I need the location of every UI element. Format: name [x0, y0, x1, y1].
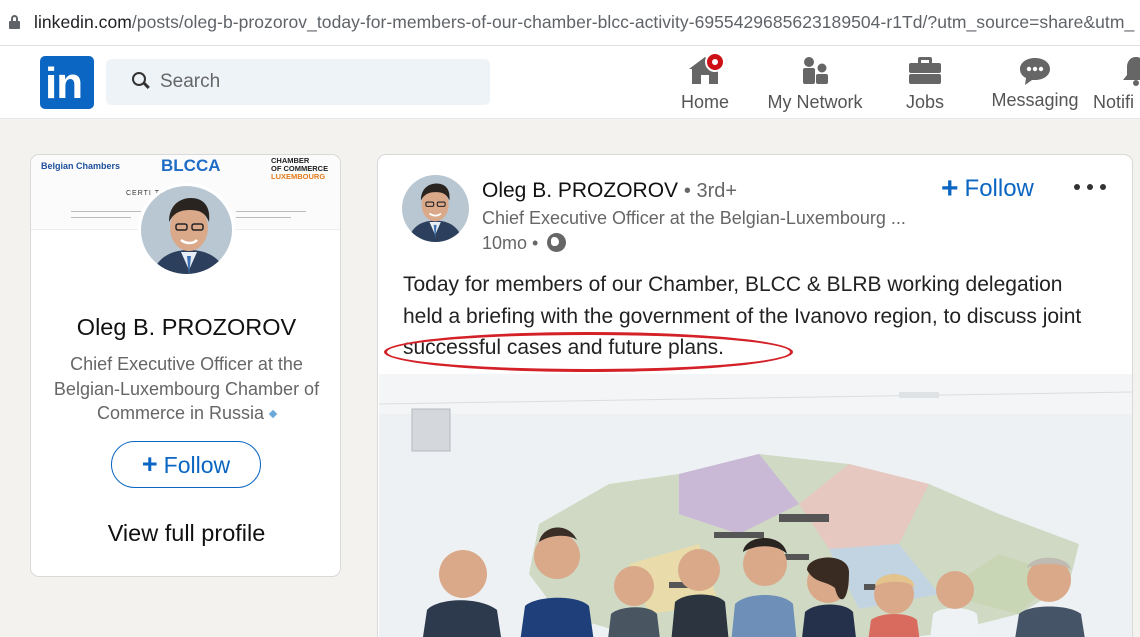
banner-text-line	[71, 217, 131, 218]
post-follow-label: Follow	[964, 175, 1034, 202]
post-author-avatar[interactable]	[402, 175, 469, 242]
banner-text-line	[71, 211, 141, 212]
search-input[interactable]	[160, 71, 460, 93]
search-icon	[132, 72, 150, 90]
nav-my-network-label: My Network	[767, 92, 863, 112]
nav-home-label: Home	[680, 92, 729, 112]
annotation-highlight-ellipse	[384, 332, 793, 372]
banner-logo-belgian-chambers: Belgian Chambers	[41, 161, 121, 171]
banner-text-line	[236, 211, 306, 212]
profile-follow-button[interactable]: + Follow	[111, 441, 261, 488]
linkedin-logo[interactable]: in	[40, 56, 94, 109]
top-nav: in Home My Network Jobs	[0, 46, 1140, 119]
post-author-name[interactable]: Oleg B. PROZOROV	[482, 179, 678, 202]
profile-name[interactable]: Oleg B. PROZOROV	[31, 314, 340, 341]
view-full-profile-link[interactable]: View full profile	[31, 520, 340, 547]
nav-notifications[interactable]: Notifi	[1093, 46, 1140, 119]
profile-avatar[interactable]	[138, 183, 235, 277]
profile-follow-label: Follow	[163, 452, 231, 478]
post-card: Oleg B. PROZOROV • 3rd+ Chief Executive …	[377, 154, 1133, 637]
post-author-title: Chief Executive Officer at the Belgian-L…	[482, 208, 906, 228]
post-time: 10mo •	[482, 233, 567, 254]
post-time-text: 10mo •	[482, 233, 539, 253]
nav-notifications-label: Notifi	[1093, 92, 1135, 112]
home-icon	[689, 54, 723, 84]
globe-icon	[547, 233, 567, 252]
search-box[interactable]	[106, 59, 490, 105]
nav-home[interactable]: Home	[670, 46, 740, 119]
avatar-photo	[402, 175, 469, 242]
nav-messaging[interactable]: Messaging	[985, 46, 1085, 119]
messaging-icon	[1020, 58, 1050, 85]
plus-icon: +	[141, 449, 158, 479]
premium-diamond-icon	[268, 410, 278, 419]
bell-icon	[1123, 57, 1140, 86]
nav-jobs-label: Jobs	[905, 92, 945, 112]
post-author[interactable]: Oleg B. PROZOROV • 3rd+	[482, 179, 737, 203]
nav-my-network[interactable]: My Network	[760, 46, 870, 119]
nav-messaging-label: Messaging	[991, 90, 1079, 110]
lock-icon	[9, 15, 20, 29]
url-path: /posts/oleg-b-prozorov_today-for-members…	[131, 12, 1135, 32]
banner-logo-blcca: BLCCA	[161, 156, 221, 175]
logo-text: in	[45, 59, 83, 108]
plus-icon: +	[941, 172, 959, 205]
connection-degree: • 3rd+	[683, 180, 738, 202]
briefcase-icon	[909, 57, 941, 84]
profile-headline: Chief Executive Officer at the Belgian-L…	[41, 352, 332, 426]
post-follow-button[interactable]: + Follow	[941, 172, 1034, 206]
profile-headline-text: Chief Executive Officer at the Belgian-L…	[53, 354, 320, 423]
profile-card: Belgian Chambers BLCCA CHAMBER OF COMMER…	[30, 154, 341, 577]
network-icon	[803, 57, 828, 84]
post-image[interactable]	[379, 374, 1132, 637]
banner-logo-chamber-luxembourg: CHAMBER OF COMMERCE LUXEMBOURG	[271, 157, 328, 181]
url-text[interactable]: linkedin.com/posts/oleg-b-prozorov_today…	[34, 12, 1134, 33]
banner-text-line	[236, 217, 291, 218]
avatar-photo	[141, 186, 232, 274]
nav-jobs[interactable]: Jobs	[890, 46, 960, 119]
post-photo	[379, 374, 1132, 637]
url-domain: linkedin.com	[34, 12, 132, 32]
more-options-icon[interactable]	[1074, 181, 1108, 193]
address-bar[interactable]: linkedin.com/posts/oleg-b-prozorov_today…	[0, 0, 1140, 46]
banner-logo-line3: LUXEMBOURG	[271, 172, 326, 181]
